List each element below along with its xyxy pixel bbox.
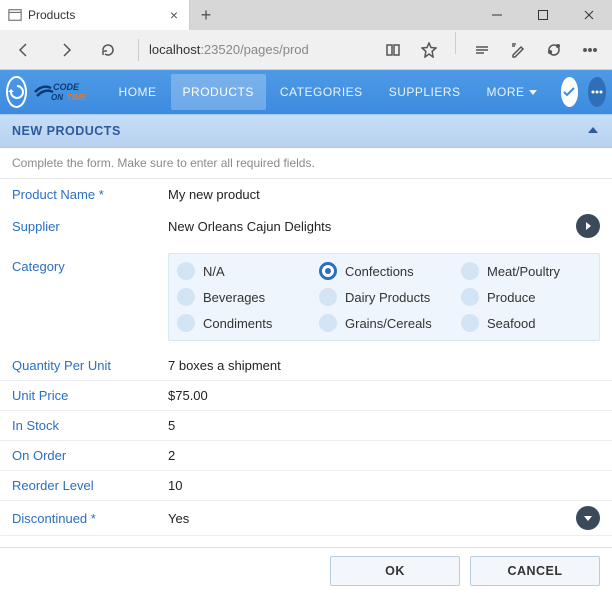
row-qpu: Quantity Per Unit 7 boxes a shipment (0, 351, 612, 381)
browser-toolbar: localhost:23520/pages/prod (0, 30, 612, 70)
app-back-button[interactable] (6, 76, 27, 108)
radio-dot-icon (461, 314, 479, 332)
nav-categories[interactable]: CATEGORIES (268, 70, 375, 114)
tab-favicon (8, 8, 22, 22)
confirm-circle-button[interactable] (561, 77, 579, 107)
tab-title: Products (28, 8, 161, 22)
svg-text:TIME: TIME (67, 93, 87, 102)
label-unit-price: Unit Price (12, 388, 168, 403)
back-button[interactable] (4, 32, 44, 68)
radio-dairy[interactable]: Dairy Products (319, 288, 449, 306)
field-on-order[interactable]: 2 (168, 448, 600, 463)
radio-dot-icon (319, 288, 337, 306)
row-on-order: On Order 2 (0, 441, 612, 471)
radio-dot-icon (177, 262, 195, 280)
row-unit-price: Unit Price $75.00 (0, 381, 612, 411)
window-minimize-button[interactable] (474, 0, 520, 30)
browser-tab[interactable]: Products × (0, 0, 190, 30)
share-icon[interactable] (536, 32, 572, 68)
cancel-button[interactable]: CANCEL (470, 556, 600, 586)
field-reorder[interactable]: 10 (168, 478, 600, 493)
row-product-name: Product Name * My new product (0, 179, 612, 209)
favorite-icon[interactable] (411, 32, 447, 68)
reading-view-icon[interactable] (375, 32, 411, 68)
label-product-name: Product Name * (12, 187, 168, 202)
form-hint: Complete the form. Make sure to enter al… (0, 148, 612, 179)
radio-grains[interactable]: Grains/Cereals (319, 314, 449, 332)
section-title: NEW PRODUCTS (12, 124, 121, 138)
radio-beverages[interactable]: Beverages (177, 288, 307, 306)
radio-condiments[interactable]: Condiments (177, 314, 307, 332)
url-host: localhost (149, 42, 200, 57)
menu-circle-button[interactable] (588, 77, 606, 107)
address-bar[interactable]: localhost:23520/pages/prod (149, 42, 373, 57)
label-in-stock: In Stock (12, 418, 168, 433)
nav-suppliers[interactable]: SUPPLIERS (377, 70, 473, 114)
field-discontinued[interactable]: Yes (168, 506, 600, 530)
radio-dot-icon (461, 262, 479, 280)
chevron-down-icon[interactable] (576, 506, 600, 530)
radio-dot-icon (177, 288, 195, 306)
hub-icon[interactable] (464, 32, 500, 68)
radio-produce[interactable]: Produce (461, 288, 591, 306)
radio-dot-icon (319, 314, 337, 332)
label-supplier: Supplier (12, 219, 168, 234)
field-in-stock[interactable]: 5 (168, 418, 600, 433)
label-qpu: Quantity Per Unit (12, 358, 168, 373)
radio-dot-icon (177, 314, 195, 332)
label-reorder: Reorder Level (12, 478, 168, 493)
ok-button[interactable]: OK (330, 556, 460, 586)
row-supplier: Supplier New Orleans Cajun Delights (0, 209, 612, 243)
svg-text:ON: ON (51, 93, 63, 102)
window-maximize-button[interactable] (520, 0, 566, 30)
radio-dot-icon (319, 262, 337, 280)
window-titlebar: Products × + (0, 0, 612, 30)
nav-home[interactable]: HOME (107, 70, 169, 114)
new-tab-button[interactable]: + (190, 0, 222, 30)
url-path: :23520/pages/prod (200, 42, 308, 57)
field-qpu[interactable]: 7 boxes a shipment (168, 358, 600, 373)
nav-more[interactable]: MORE (475, 70, 549, 114)
section-header: NEW PRODUCTS (0, 114, 612, 148)
footer: OK CANCEL (0, 547, 612, 593)
row-category: Category N/A Confections Meat/Poultry Be… (0, 243, 612, 351)
radio-seafood[interactable]: Seafood (461, 314, 591, 332)
radio-na[interactable]: N/A (177, 262, 307, 280)
tab-close-icon[interactable]: × (167, 7, 181, 23)
field-product-name[interactable]: My new product (168, 187, 600, 202)
nav-products[interactable]: PRODUCTS (171, 74, 266, 110)
row-discontinued: Discontinued * Yes (0, 501, 612, 536)
field-unit-price[interactable]: $75.00 (168, 388, 600, 403)
category-radio-group: N/A Confections Meat/Poultry Beverages D… (168, 253, 600, 341)
row-reorder: Reorder Level 10 (0, 471, 612, 501)
field-supplier[interactable]: New Orleans Cajun Delights (168, 214, 600, 238)
lookup-arrow-icon[interactable] (576, 214, 600, 238)
form: Product Name * My new product Supplier N… (0, 179, 612, 536)
label-on-order: On Order (12, 448, 168, 463)
forward-button[interactable] (46, 32, 86, 68)
radio-meat-poultry[interactable]: Meat/Poultry (461, 262, 591, 280)
label-category: Category (12, 253, 168, 274)
svg-text:CODE: CODE (53, 82, 80, 92)
app-logo[interactable]: CODE ON TIME (33, 77, 97, 107)
notes-icon[interactable] (500, 32, 536, 68)
more-icon[interactable] (572, 32, 608, 68)
radio-dot-icon (461, 288, 479, 306)
refresh-button[interactable] (88, 32, 128, 68)
window-close-button[interactable] (566, 0, 612, 30)
radio-confections[interactable]: Confections (319, 262, 449, 280)
collapse-icon[interactable] (586, 123, 600, 140)
app-navbar: CODE ON TIME HOME PRODUCTS CATEGORIES SU… (0, 70, 612, 114)
label-discontinued: Discontinued * (12, 511, 168, 526)
row-in-stock: In Stock 5 (0, 411, 612, 441)
